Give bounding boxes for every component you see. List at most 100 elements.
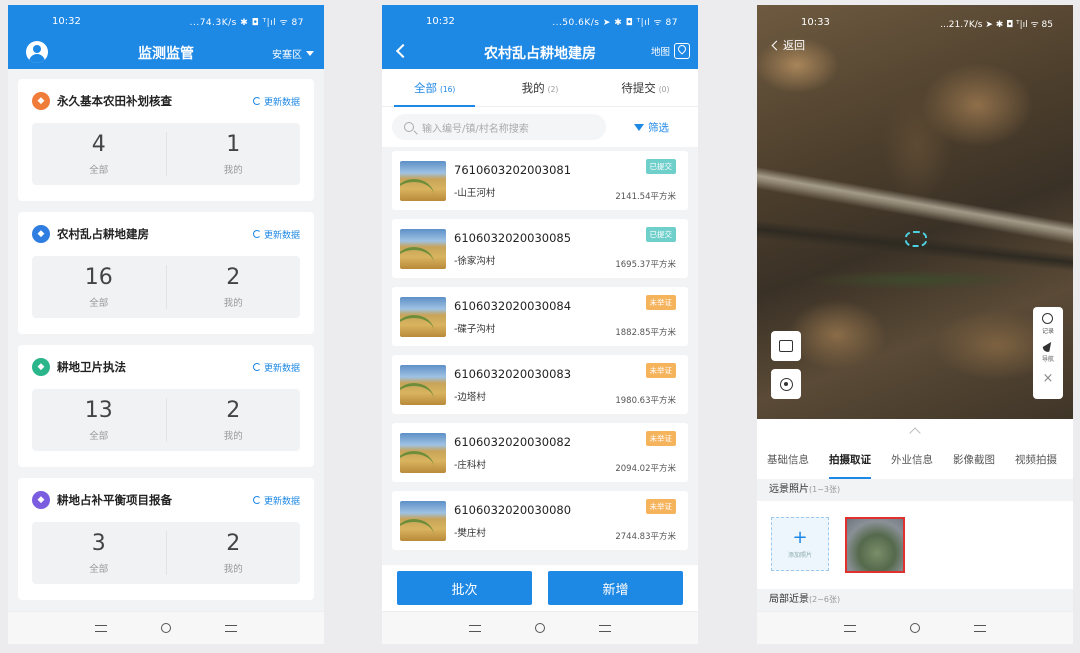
tab-count: (16) <box>439 84 456 94</box>
region-selector[interactable]: 安塞区 <box>272 46 314 61</box>
clock-icon <box>1042 313 1054 324</box>
stat-mine[interactable]: 2 我的 <box>165 398 301 442</box>
status-badge: 未举证 <box>645 499 676 514</box>
card-title: 永久基本农田补划核查 <box>57 94 172 108</box>
card-header: ◆ 永久基本农田补划核查 更新数据 <box>32 91 300 111</box>
stat-all[interactable]: 16 全部 <box>32 265 166 309</box>
task-card-list: ◆ 永久基本农田补划核查 更新数据 4 全部 1 我的 ◆ 农村乱占耕地建房 更新数据 16 全部 2 我… <box>8 69 324 600</box>
refresh-label: 更新数据 <box>263 97 300 108</box>
tab-all[interactable]: 全部 (16) <box>382 69 487 107</box>
back-button[interactable]: 返回 <box>771 37 805 53</box>
parcel-thumbnail <box>400 364 446 405</box>
nav-home-icon[interactable] <box>161 623 171 633</box>
photo-thumbnail[interactable] <box>845 517 905 573</box>
parcel-marker[interactable] <box>905 231 927 247</box>
far-photo-range: (1~3张) <box>809 485 841 494</box>
stat-all[interactable]: 3 全部 <box>32 531 166 575</box>
stat-all-count: 16 <box>84 265 113 290</box>
task-card[interactable]: ◆ 农村乱占耕地建房 更新数据 16 全部 2 我的 <box>18 212 314 334</box>
stat-all[interactable]: 4 全部 <box>32 132 166 176</box>
stat-all[interactable]: 13 全部 <box>32 398 166 442</box>
refresh-label: 更新数据 <box>263 230 300 241</box>
nav-home-icon[interactable] <box>535 623 545 633</box>
search-input[interactable]: 输入编号/镇/村名称搜索 <box>392 114 606 140</box>
status-indicators: ...50.6K/s ➤ ✱ ◘ ᵀ|ıl ᯤ 87 <box>552 17 678 28</box>
list-item[interactable]: 6106032020030085 -徐家沟村 已提交 1695.37平方米 <box>392 219 688 278</box>
task-card[interactable]: ◆ 永久基本农田补划核查 更新数据 4 全部 1 我的 <box>18 79 314 201</box>
task-card[interactable]: ◆ 耕地卫片执法 更新数据 13 全部 2 我的 <box>18 345 314 467</box>
status-indicators: ...74.3K/s ✱ ◘ ᵀ|ıl ᯤ 87 <box>189 17 304 28</box>
stat-mine[interactable]: 2 我的 <box>165 531 301 575</box>
nav-back-icon[interactable] <box>599 624 611 632</box>
status-badge: 未举证 <box>645 363 676 378</box>
nav-menu-icon[interactable] <box>469 624 481 632</box>
nav-home-icon[interactable] <box>910 623 920 633</box>
batch-button[interactable]: 批次 <box>397 571 532 605</box>
list-item[interactable]: 6106032020030084 -碟子沟村 未举证 1882.85平方米 <box>392 287 688 346</box>
locate-button[interactable] <box>771 369 801 399</box>
stat-mine-label: 我的 <box>223 431 243 442</box>
refresh-button[interactable]: 更新数据 <box>252 361 300 374</box>
add-button[interactable]: 新增 <box>548 571 683 605</box>
far-photo-grid: + 添加照片 <box>757 501 1073 589</box>
stat-mine-count: 1 <box>226 132 241 157</box>
item-code: 6106032020030085 <box>454 230 572 245</box>
list-item[interactable]: 7610603202003081 -山王河村 已提交 2141.54平方米 <box>392 151 688 210</box>
stat-mine[interactable]: 1 我的 <box>165 132 301 176</box>
category-icon: ◆ <box>32 225 50 243</box>
item-area: 1882.85平方米 <box>615 328 676 338</box>
screenshot-button[interactable] <box>771 331 801 361</box>
parcel-thumbnail <box>400 228 446 269</box>
card-stats: 16 全部 2 我的 <box>32 256 300 318</box>
chevron-left-icon <box>771 40 782 50</box>
filter-button[interactable]: 筛选 <box>634 120 669 135</box>
map-vegetation <box>757 265 1073 295</box>
list-item[interactable]: 6106032020030083 -边塔村 未举证 1980.63平方米 <box>392 355 688 414</box>
detail-tabs: 基础信息 拍摄取证 外业信息 影像截图 视频拍摄 <box>757 441 1073 479</box>
nav-menu-icon[interactable] <box>844 624 856 632</box>
parcel-thumbnail <box>400 500 446 541</box>
card-header: ◆ 耕地卫片执法 更新数据 <box>32 357 300 377</box>
detail-tab[interactable]: 外业信息 <box>891 441 933 479</box>
item-area: 1695.37平方米 <box>615 260 676 270</box>
list-item[interactable]: 6106032020030080 -樊庄村 未举证 2744.83平方米 <box>392 491 688 550</box>
navigation-arrow-icon <box>1040 339 1056 354</box>
list-item[interactable]: 6106032020030082 -庄科村 未举证 2094.02平方米 <box>392 423 688 482</box>
nav-back-icon[interactable] <box>225 624 237 632</box>
add-photo-button[interactable]: + 添加照片 <box>771 517 829 571</box>
tab-pending[interactable]: 待提交 (0) <box>593 69 698 107</box>
item-area: 2744.83平方米 <box>615 532 676 542</box>
map-pin-icon <box>674 43 690 59</box>
status-indicators: ...21.7K/s ➤ ✱ ◘ ᵀ|ıl ᯤ 85 <box>940 20 1053 30</box>
status-time: 10:32 <box>426 15 455 27</box>
tab-mine[interactable]: 我的 (2) <box>487 69 592 107</box>
item-area: 2094.02平方米 <box>615 464 676 474</box>
stat-mine-count: 2 <box>226 398 241 423</box>
status-time: 10:32 <box>52 15 81 27</box>
tab-label: 全部 <box>413 80 437 95</box>
refresh-button[interactable]: 更新数据 <box>252 228 300 241</box>
nav-menu-icon[interactable] <box>95 624 107 632</box>
status-badge: 已提交 <box>645 159 676 174</box>
history-button[interactable]: 记录 <box>1042 313 1054 341</box>
stat-all-label: 全部 <box>89 165 109 176</box>
satellite-map[interactable]: 10:33 ...21.7K/s ➤ ✱ ◘ ᵀ|ıl ᯤ 85 返回 记录 导… <box>757 5 1073 419</box>
nav-back-icon[interactable] <box>974 624 986 632</box>
system-nav-bar <box>757 611 1073 644</box>
detail-tab[interactable]: 拍摄取证 <box>829 441 871 479</box>
map-label: 地图 <box>650 47 670 58</box>
map-button[interactable]: 地图 <box>651 43 690 59</box>
region-label: 安塞区 <box>272 50 302 61</box>
detail-tab[interactable]: 影像截图 <box>953 441 995 479</box>
close-icon[interactable]: × <box>1043 371 1054 386</box>
refresh-button[interactable]: 更新数据 <box>252 494 300 507</box>
record-list: 7610603202003081 -山王河村 已提交 2141.54平方米 610603… <box>382 147 698 550</box>
chevron-down-icon <box>306 51 314 56</box>
task-card[interactable]: ◆ 耕地占补平衡项目报备 更新数据 3 全部 2 我的 <box>18 478 314 600</box>
detail-tab[interactable]: 基础信息 <box>767 441 809 479</box>
navigate-button[interactable]: 导航 <box>1040 339 1056 369</box>
refresh-button[interactable]: 更新数据 <box>252 95 300 108</box>
drawer-handle[interactable] <box>757 419 1073 441</box>
detail-tab[interactable]: 视频拍摄 <box>1015 441 1057 479</box>
stat-mine[interactable]: 2 我的 <box>165 265 301 309</box>
